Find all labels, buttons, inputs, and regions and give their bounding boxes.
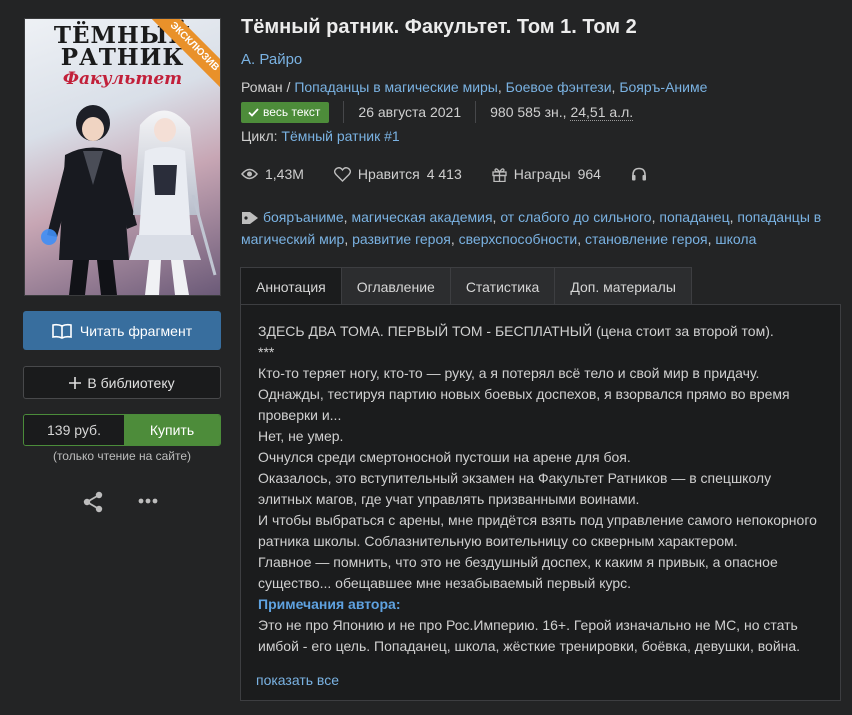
author-link[interactable]: А. Райро [241, 51, 302, 68]
tag-link[interactable]: от слабого до сильного [500, 209, 651, 225]
like-button[interactable]: Нравится 4 413 [333, 166, 462, 182]
read-fragment-button[interactable]: Читать фрагмент [23, 311, 221, 350]
book-title: Тёмный ратник. Факультет. Том 1. Том 2 [241, 16, 637, 38]
cycle-link[interactable]: Тёмный ратник #1 [281, 128, 399, 144]
heart-icon [333, 166, 351, 182]
audio-button[interactable] [631, 167, 647, 181]
show-all-link[interactable]: показать все [256, 672, 339, 688]
annotation-panel: ЗДЕСЬ ДВА ТОМА. ПЕРВЫЙ ТОМ - БЕСПЛАТНЫЙ … [240, 304, 841, 701]
publish-date: 26 августа 2021 [358, 104, 462, 120]
likes-count: 4 413 [426, 166, 462, 182]
cycle: Цикл: Тёмный ратник #1 [241, 128, 400, 144]
annotation-line: Главное — помнить, что это не бездушный … [258, 554, 778, 591]
more-icon[interactable] [137, 497, 159, 505]
author-notes-heading: Примечания автора: [258, 596, 401, 612]
buy-note: (только чтение на сайте) [52, 449, 192, 463]
book-cover[interactable]: ТЁМНЫЙ РАТНИК Факультет ЭКСКЛЮЗИВ [24, 18, 221, 296]
stats-row: 1,43M Нравится 4 413 Награды 964 [241, 166, 677, 182]
annotation-line: ЗДЕСЬ ДВА ТОМА. ПЕРВЫЙ ТОМ - БЕСПЛАТНЫЙ … [258, 323, 774, 339]
check-icon [248, 107, 259, 117]
share-icon[interactable] [82, 491, 104, 513]
add-to-library-button[interactable]: В библиотеку [23, 366, 221, 399]
status-badge-label: весь текст [263, 105, 321, 119]
add-to-library-label: В библиотеку [87, 374, 175, 391]
status-badge: весь текст [241, 101, 330, 123]
genre-root: Роман [241, 79, 283, 95]
tag-link[interactable]: становление героя [585, 231, 708, 247]
divider [475, 101, 477, 123]
annotation-line: Очнулся среди смертоносной пустоши на ар… [258, 449, 631, 465]
likes-label: Нравится [357, 166, 420, 182]
annotation-text: ЗДЕСЬ ДВА ТОМА. ПЕРВЫЙ ТОМ - БЕСПЛАТНЫЙ … [258, 321, 823, 657]
cycle-label: Цикл: [241, 128, 278, 144]
tab-annotation[interactable]: Аннотация [240, 267, 342, 305]
meta-row: весь текст 26 августа 2021 980 585 зн., … [241, 100, 634, 124]
plus-icon [69, 376, 82, 389]
views-count: 1,43M [265, 166, 304, 182]
headphones-icon [631, 167, 646, 181]
tag-link[interactable]: школа [715, 231, 756, 247]
gift-icon [492, 167, 507, 182]
tag-link[interactable]: сверхспособности [459, 231, 578, 247]
eye-icon [241, 168, 258, 180]
genres: Роман / Попаданцы в магические миры, Бое… [241, 79, 708, 95]
author-notes-text: Это не про Японию и не про Рос.Империю. … [258, 617, 801, 654]
tabs: Аннотация Оглавление Статистика Доп. мат… [240, 267, 692, 305]
tab-statistics[interactable]: Статистика [449, 267, 556, 305]
annotation-line: Нет, не умер. [258, 428, 344, 444]
cover-art [41, 105, 217, 295]
buy-group: 139 руб. Купить [23, 414, 221, 446]
tag-link[interactable]: бояръаниме [263, 209, 344, 225]
tab-extra-materials[interactable]: Доп. материалы [554, 267, 692, 305]
views-stat: 1,43M [241, 166, 304, 182]
annotation-line: *** [258, 344, 275, 360]
divider [343, 101, 345, 123]
annotation-line: Кто-то теряет ногу, кто-то — руку, а я п… [258, 365, 790, 423]
read-fragment-label: Читать фрагмент [79, 322, 193, 339]
book-icon [52, 323, 72, 339]
tag-link[interactable]: развитие героя [352, 231, 451, 247]
annotation-line: И чтобы выбраться с арены, мне придётся … [258, 512, 817, 549]
awards-label: Награды [513, 166, 571, 182]
size-chars: 980 585 зн., [490, 104, 567, 120]
genre-link[interactable]: Попаданцы в магические миры [294, 79, 498, 95]
tag-icon [242, 212, 258, 224]
price: 139 руб. [24, 415, 124, 445]
genre-link[interactable]: Боевое фэнтези [506, 79, 612, 95]
awards-stat[interactable]: Награды 964 [492, 166, 601, 182]
tag-link[interactable]: попаданец [659, 209, 729, 225]
genre-link[interactable]: Бояръ-Аниме [619, 79, 707, 95]
size-al[interactable]: 24,51 а.л. [570, 104, 634, 121]
tag-link[interactable]: магическая академия [351, 209, 492, 225]
tab-contents[interactable]: Оглавление [340, 267, 451, 305]
awards-count: 964 [577, 166, 601, 182]
buy-button[interactable]: Купить [124, 415, 220, 445]
tags-list: бояръаниме, магическая академия, от слаб… [241, 209, 822, 247]
annotation-line: Оказалось, это вступительный экзамен на … [258, 470, 772, 507]
